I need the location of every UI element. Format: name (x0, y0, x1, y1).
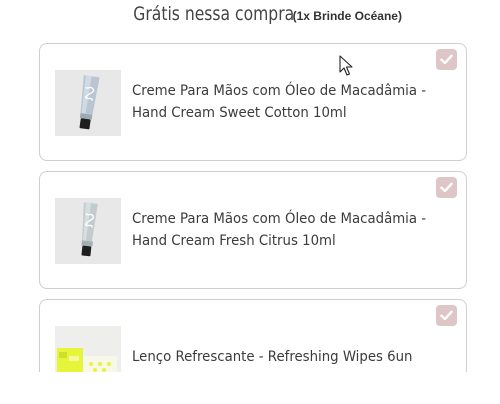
wipes-pack-icon (55, 326, 121, 372)
check-icon (440, 182, 453, 193)
gift-list-area: Grátis nessa compra (1x Brinde Océane) C… (0, 0, 500, 372)
gift-header-subtitle: (1x Brinde Océane) (292, 9, 402, 23)
empty-area (0, 372, 500, 404)
gift-item-card[interactable]: Creme Para Mãos com Óleo de Macadâmia - … (39, 43, 467, 161)
gift-checkbox[interactable] (436, 177, 457, 198)
gift-item-card[interactable]: Lenço Refrescante - Refreshing Wipes 6un (39, 299, 467, 372)
gift-header: Grátis nessa compra (1x Brinde Océane) (0, 0, 500, 34)
product-image (55, 70, 121, 136)
hand-cream-tube-icon (55, 70, 121, 136)
hand-cream-tube-icon (55, 198, 121, 264)
product-name: Lenço Refrescante - Refreshing Wipes 6un (132, 349, 413, 365)
check-icon (440, 310, 453, 321)
gift-checkbox[interactable] (436, 49, 457, 70)
product-name: Creme Para Mãos com Óleo de Macadâmia - … (132, 83, 427, 121)
product-image (55, 326, 121, 372)
gift-checkbox[interactable] (436, 305, 457, 326)
gift-header-title: Grátis nessa compra (133, 3, 295, 25)
product-name: Creme Para Mãos com Óleo de Macadâmia - … (132, 211, 427, 249)
product-image (55, 198, 121, 264)
check-icon (440, 54, 453, 65)
gift-item-card[interactable]: Creme Para Mãos com Óleo de Macadâmia - … (39, 171, 467, 289)
